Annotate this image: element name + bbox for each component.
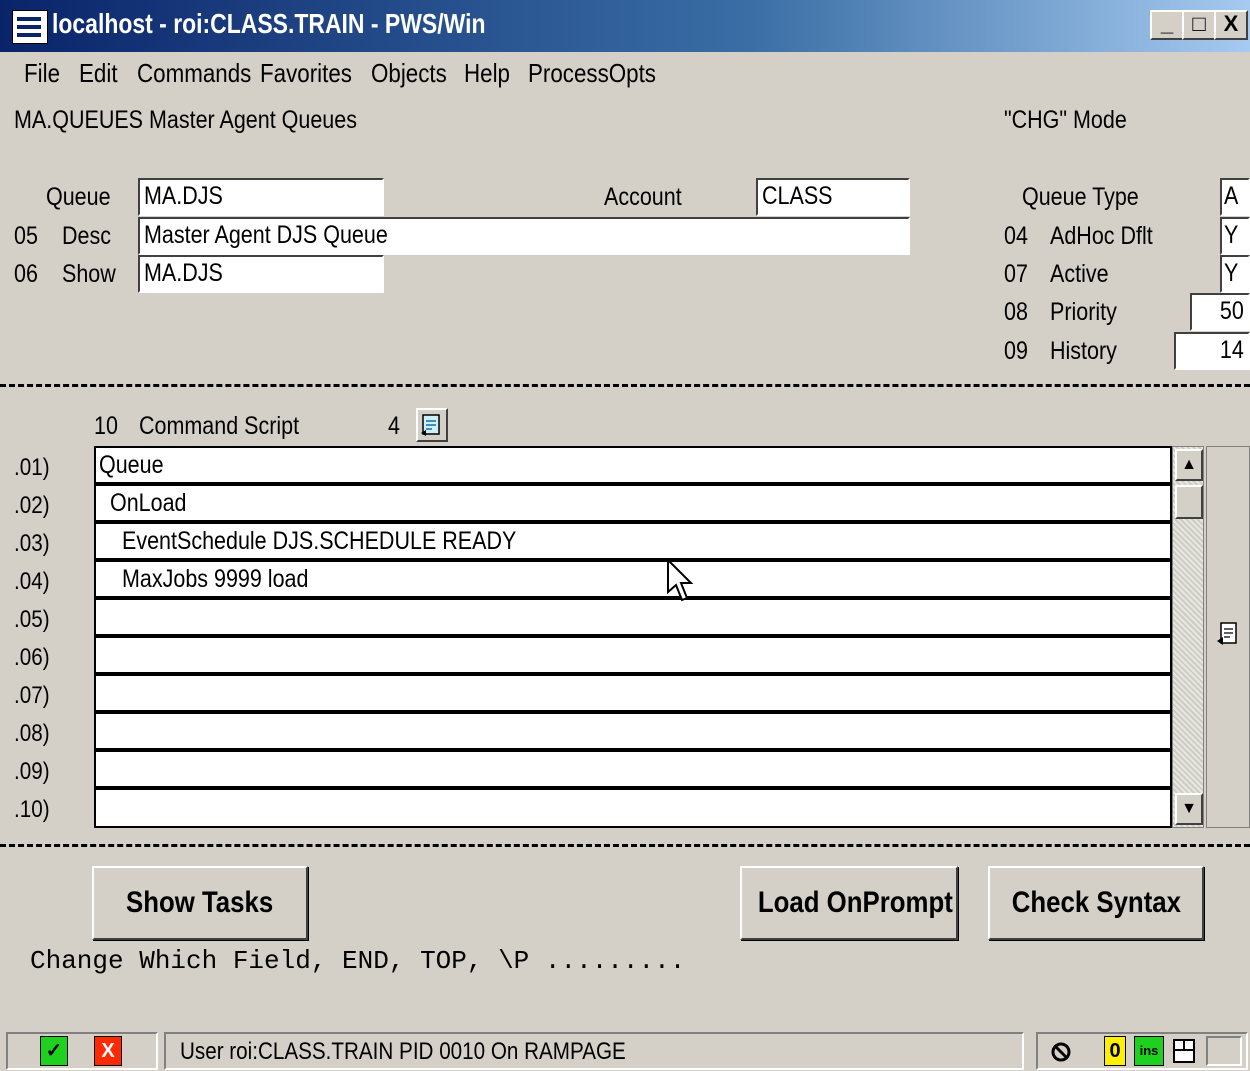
script-row[interactable]: EventSchedule DJS.SCHEDULE READY — [94, 522, 1172, 560]
script-row[interactable]: OnLoad — [94, 484, 1172, 522]
maximize-button[interactable]: □ — [1182, 10, 1216, 40]
priority-field[interactable]: 50 — [1190, 293, 1250, 331]
show-field[interactable]: MA.DJS — [138, 255, 384, 293]
status-buttons-panel — [6, 1032, 158, 1070]
adhoc-label: AdHoc Dflt — [1050, 222, 1153, 250]
keyboard-lock-icon — [1173, 1039, 1195, 1063]
script-row[interactable] — [94, 636, 1172, 674]
minimize-button[interactable]: _ — [1150, 10, 1184, 40]
show-number: 06 — [14, 260, 38, 288]
row-number: .04) — [14, 568, 50, 595]
cancel-icon[interactable]: X — [94, 1036, 122, 1066]
row-number: .08) — [14, 720, 50, 747]
script-row[interactable] — [94, 598, 1172, 636]
row-number: .07) — [14, 682, 50, 709]
script-row[interactable]: MaxJobs 9999 load — [94, 560, 1172, 598]
desc-label: Desc — [62, 222, 111, 250]
expand-editor-icon[interactable] — [1215, 619, 1243, 651]
status-message-panel: User roi:CLASS.TRAIN PID 0010 On RAMPAGE — [164, 1032, 1024, 1070]
queue-type-label: Queue Type — [1022, 183, 1139, 211]
scroll-up-button[interactable]: ▲ — [1175, 449, 1203, 481]
menu-file[interactable]: File — [24, 58, 60, 89]
menu-edit[interactable]: Edit — [79, 58, 118, 89]
mode-indicator: "CHG" Mode — [1004, 106, 1127, 134]
scroll-thumb[interactable] — [1175, 485, 1203, 519]
menu-bar: File Edit Commands Favorites Objects Hel… — [0, 54, 1250, 94]
app-icon[interactable] — [12, 10, 48, 44]
status-text: User roi:CLASS.TRAIN PID 0010 On RAMPAGE — [180, 1038, 626, 1065]
side-panel — [1206, 446, 1250, 828]
script-scrollbar[interactable]: ▲ ▼ — [1172, 446, 1204, 828]
title-bar[interactable]: localhost - roi:CLASS.TRAIN - PWS/Win _ … — [0, 0, 1250, 52]
priority-label: Priority — [1050, 298, 1117, 326]
account-label: Account — [604, 183, 682, 211]
adhoc-number: 04 — [1004, 222, 1028, 250]
row-number: .02) — [14, 492, 50, 519]
row-number: .10) — [14, 796, 50, 823]
desc-number: 05 — [14, 222, 38, 250]
close-button[interactable]: X — [1214, 10, 1248, 40]
load-onprompt-button[interactable]: Load OnPrompt — [740, 866, 958, 940]
script-row[interactable] — [94, 712, 1172, 750]
menu-help[interactable]: Help — [464, 58, 510, 89]
menu-processopts[interactable]: ProcessOpts — [528, 58, 656, 89]
scroll-down-button[interactable]: ▼ — [1175, 793, 1203, 825]
active-field[interactable]: Y — [1220, 255, 1250, 293]
script-row[interactable] — [94, 750, 1172, 788]
section-divider — [0, 844, 1250, 847]
script-row[interactable] — [94, 788, 1172, 828]
history-field[interactable]: 14 — [1174, 332, 1250, 370]
menu-favorites[interactable]: Favorites — [260, 58, 352, 89]
queue-label: Queue — [46, 183, 111, 211]
priority-number: 08 — [1004, 298, 1028, 326]
queue-field[interactable]: MA.DJS — [138, 178, 384, 216]
menu-objects[interactable]: Objects — [371, 58, 447, 89]
command-prompt: Change Which Field, END, TOP, \P .......… — [30, 946, 686, 976]
script-row[interactable]: Queue — [94, 446, 1172, 484]
history-number: 09 — [1004, 337, 1028, 365]
script-row[interactable] — [94, 674, 1172, 712]
insert-mode-indicator: ins — [1134, 1036, 1164, 1066]
script-edit-button[interactable] — [416, 408, 448, 442]
row-number: .09) — [14, 758, 50, 785]
show-tasks-button[interactable]: Show Tasks — [92, 866, 308, 940]
account-field[interactable]: CLASS — [756, 178, 910, 216]
section-divider — [0, 384, 1250, 387]
history-label: History — [1050, 337, 1117, 365]
screen-title: MA.QUEUES Master Agent Queues — [14, 106, 357, 134]
row-number: .06) — [14, 644, 50, 671]
menu-commands[interactable]: Commands — [137, 58, 251, 89]
ok-icon[interactable]: ✓ — [40, 1036, 68, 1066]
edit-script-icon — [421, 414, 440, 436]
row-number: .01) — [14, 454, 50, 481]
status-empty-slot — [1206, 1036, 1242, 1066]
script-count: 4 — [388, 412, 400, 440]
row-number: .03) — [14, 530, 50, 557]
connection-icon — [1051, 1042, 1071, 1062]
active-label: Active — [1050, 260, 1109, 288]
adhoc-field[interactable]: Y — [1220, 217, 1250, 255]
desc-field[interactable]: Master Agent DJS Queue — [138, 217, 910, 255]
show-label: Show — [62, 260, 116, 288]
check-syntax-button[interactable]: Check Syntax — [988, 866, 1204, 940]
queue-type-field[interactable]: A — [1220, 178, 1250, 216]
indicator-zero: 0 — [1104, 1036, 1126, 1066]
active-number: 07 — [1004, 260, 1028, 288]
row-number: .05) — [14, 606, 50, 633]
mouse-cursor-icon — [667, 558, 694, 602]
window-title: localhost - roi:CLASS.TRAIN - PWS/Win — [52, 8, 486, 39]
script-number: 10 — [94, 412, 118, 440]
script-label: Command Script — [139, 412, 300, 440]
